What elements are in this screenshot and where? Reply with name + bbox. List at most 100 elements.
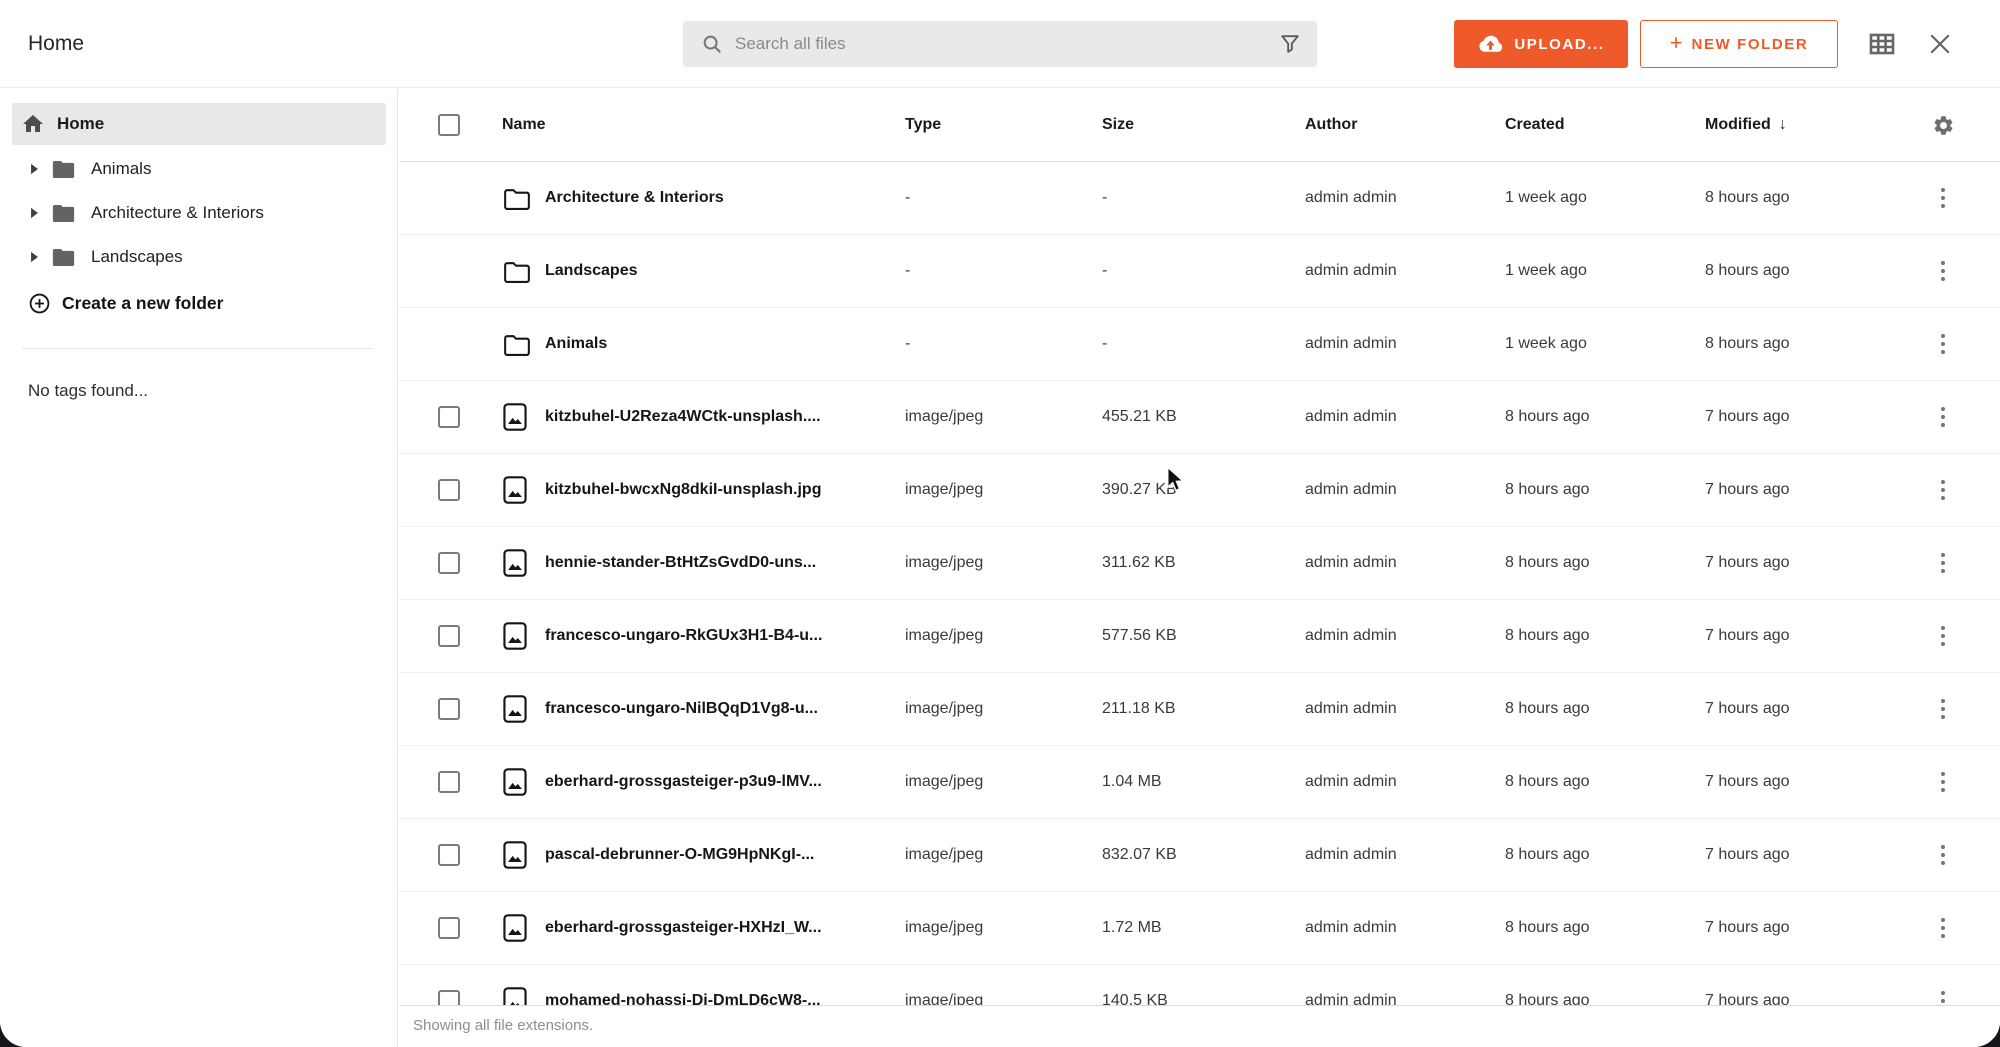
row-checkbox[interactable] <box>438 479 460 501</box>
file-type: - <box>905 308 910 380</box>
chevron-right-icon[interactable] <box>30 207 39 219</box>
sidebar-item-architecture-interiors[interactable]: Architecture & Interiors <box>0 192 398 234</box>
kebab-menu-icon <box>1941 918 1946 939</box>
row-checkbox[interactable] <box>438 844 460 866</box>
sidebar-item-label: Landscapes <box>91 247 183 267</box>
grid-view-button[interactable] <box>1867 29 1897 59</box>
create-new-folder-button[interactable]: Create a new folder <box>28 283 223 323</box>
file-size: 1.72 MB <box>1102 892 1162 964</box>
upload-button[interactable]: UPLOAD... <box>1454 20 1628 68</box>
gear-icon <box>1932 114 1955 137</box>
column-header-size[interactable]: Size <box>1102 89 1134 161</box>
file-author: admin admin <box>1305 381 1397 453</box>
table-row[interactable]: francesco-ungaro-NilBQqD1Vg8-u... image/… <box>399 673 2000 746</box>
sidebar-item-landscapes[interactable]: Landscapes <box>0 236 398 278</box>
file-created: 8 hours ago <box>1505 381 1590 453</box>
file-size: 1.04 MB <box>1102 746 1162 818</box>
file-manager-modal: Home UPLOAD... + NEW FOLDER <box>0 0 2000 1047</box>
table-row[interactable]: eberhard-grossgasteiger-HXHzI_W... image… <box>399 892 2000 965</box>
column-header-type[interactable]: Type <box>905 89 941 161</box>
home-icon <box>21 112 45 136</box>
file-name: hennie-stander-BtHtZsGvdD0-uns... <box>545 527 816 599</box>
file-name: Landscapes <box>545 235 637 307</box>
row-menu-button[interactable] <box>1926 673 1960 745</box>
column-settings-button[interactable] <box>1926 89 1960 161</box>
image-file-icon <box>503 695 527 723</box>
sidebar-item-animals[interactable]: Animals <box>0 148 398 190</box>
kebab-menu-icon <box>1941 845 1946 866</box>
table-row[interactable]: Landscapes - - admin admin 1 week ago 8 … <box>399 235 2000 308</box>
image-file-icon <box>503 549 527 577</box>
search-bar <box>683 21 1317 67</box>
sidebar-item-home[interactable]: Home <box>12 103 386 145</box>
row-menu-button[interactable] <box>1926 381 1960 453</box>
row-checkbox[interactable] <box>438 406 460 428</box>
grid-view-icon <box>1868 31 1896 57</box>
row-menu-button[interactable] <box>1926 162 1960 234</box>
file-modified: 7 hours ago <box>1705 454 1790 526</box>
file-created: 8 hours ago <box>1505 600 1590 672</box>
file-author: admin admin <box>1305 746 1397 818</box>
close-button[interactable] <box>1925 29 1955 59</box>
row-menu-button[interactable] <box>1926 892 1960 964</box>
kebab-menu-icon <box>1941 626 1946 647</box>
file-author: admin admin <box>1305 819 1397 891</box>
row-menu-button[interactable] <box>1926 746 1960 818</box>
kebab-menu-icon <box>1941 261 1946 282</box>
file-name: kitzbuhel-U2Reza4WCtk-unsplash.... <box>545 381 821 453</box>
table-row[interactable]: pascal-debrunner-O-MG9HpNKgI-... image/j… <box>399 819 2000 892</box>
table-row[interactable]: Animals - - admin admin 1 week ago 8 hou… <box>399 308 2000 381</box>
new-folder-button[interactable]: + NEW FOLDER <box>1640 20 1838 68</box>
file-author: admin admin <box>1305 673 1397 745</box>
row-checkbox[interactable] <box>438 771 460 793</box>
folder-icon <box>52 204 75 223</box>
folder-icon <box>52 248 75 267</box>
file-size: 455.21 KB <box>1102 381 1177 453</box>
table-row[interactable]: Architecture & Interiors - - admin admin… <box>399 162 2000 235</box>
file-size: - <box>1102 235 1107 307</box>
file-modified: 7 hours ago <box>1705 819 1790 891</box>
column-header-name[interactable]: Name <box>502 89 546 161</box>
row-checkbox[interactable] <box>438 917 460 939</box>
row-checkbox[interactable] <box>438 698 460 720</box>
row-checkbox[interactable] <box>438 625 460 647</box>
row-menu-button[interactable] <box>1926 308 1960 380</box>
search-input[interactable] <box>735 34 1261 54</box>
column-header-author[interactable]: Author <box>1305 89 1357 161</box>
file-author: admin admin <box>1305 308 1397 380</box>
kebab-menu-icon <box>1941 407 1946 428</box>
circle-plus-icon <box>28 292 51 315</box>
table-row[interactable]: francesco-ungaro-RkGUx3H1-B4-u... image/… <box>399 600 2000 673</box>
row-checkbox[interactable] <box>438 552 460 574</box>
table-row[interactable]: kitzbuhel-bwcxNg8dkiI-unsplash.jpg image… <box>399 454 2000 527</box>
sort-descending-icon: ↓ <box>1779 116 1787 134</box>
select-all-checkbox[interactable] <box>438 114 460 136</box>
table-row[interactable]: kitzbuhel-U2Reza4WCtk-unsplash.... image… <box>399 381 2000 454</box>
folder-icon <box>503 259 531 284</box>
row-menu-button[interactable] <box>1926 235 1960 307</box>
filter-icon[interactable] <box>1279 33 1301 55</box>
create-new-folder-label: Create a new folder <box>62 293 223 314</box>
column-header-modified[interactable]: Modified ↓ <box>1705 89 1787 161</box>
table-row[interactable]: eberhard-grossgasteiger-p3u9-lMV... imag… <box>399 746 2000 819</box>
kebab-menu-icon <box>1941 699 1946 720</box>
column-header-created[interactable]: Created <box>1505 89 1565 161</box>
file-type: image/jpeg <box>905 746 983 818</box>
chevron-right-icon[interactable] <box>30 163 39 175</box>
row-menu-button[interactable] <box>1926 527 1960 599</box>
row-menu-button[interactable] <box>1926 454 1960 526</box>
file-author: admin admin <box>1305 235 1397 307</box>
table-row[interactable]: hennie-stander-BtHtZsGvdD0-uns... image/… <box>399 527 2000 600</box>
row-menu-button[interactable] <box>1926 819 1960 891</box>
file-name: Animals <box>545 308 607 380</box>
file-size: 211.18 KB <box>1102 673 1176 745</box>
new-folder-button-label: NEW FOLDER <box>1692 36 1809 53</box>
folder-icon <box>503 332 531 357</box>
file-size: 832.07 KB <box>1102 819 1177 891</box>
sidebar: Home Animals Architecture & Interiors La… <box>0 89 398 1047</box>
chevron-right-icon[interactable] <box>30 251 39 263</box>
file-name: eberhard-grossgasteiger-p3u9-lMV... <box>545 746 822 818</box>
row-menu-button[interactable] <box>1926 600 1960 672</box>
sidebar-item-label: Architecture & Interiors <box>91 203 264 223</box>
file-name: pascal-debrunner-O-MG9HpNKgI-... <box>545 819 814 891</box>
